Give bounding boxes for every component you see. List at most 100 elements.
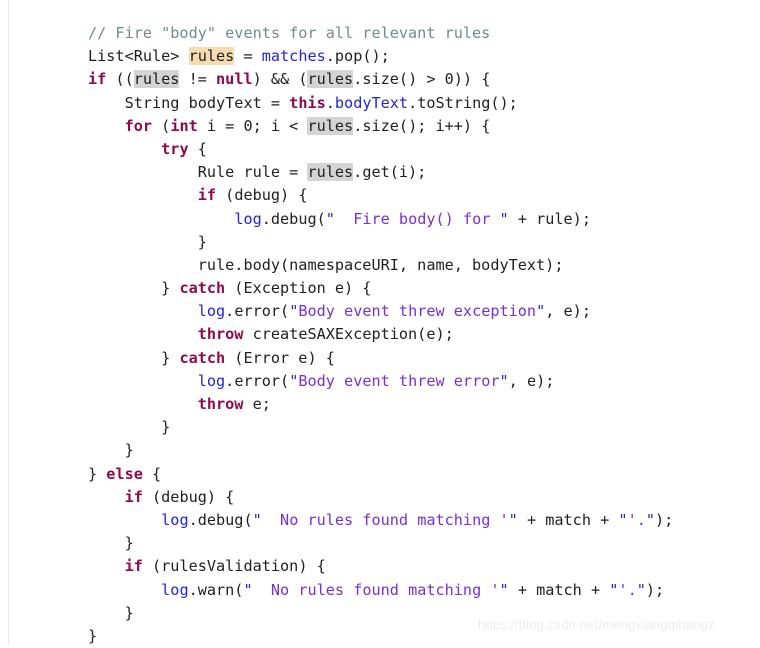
code-line[interactable]: } [88, 532, 748, 555]
code-token: (( [106, 70, 134, 89]
code-token: if [88, 70, 107, 89]
code-token: else [106, 464, 143, 483]
code-token: throw [197, 325, 244, 344]
code-token: No rules found matching ' [252, 580, 500, 599]
code-token: " [499, 580, 509, 599]
code-line[interactable]: } [88, 439, 748, 462]
code-token: List<Rule> [88, 47, 189, 66]
code-token: (debug) { [142, 487, 235, 506]
code-token: " [289, 302, 299, 321]
code-token: } [88, 464, 107, 483]
code-token: if [197, 186, 217, 205]
code-line[interactable]: if (debug) { [88, 184, 748, 207]
code-token: = [234, 47, 262, 66]
code-token: No rules found matching ' [261, 510, 509, 529]
code-token: .error( [225, 371, 290, 390]
code-token: (debug) { [216, 186, 308, 205]
code-token: .size(); i++) { [353, 116, 491, 135]
code-line[interactable]: try { [88, 138, 748, 161]
code-line[interactable]: if (debug) { [88, 486, 748, 509]
code-line[interactable]: log.error("Body event threw exception", … [88, 300, 748, 323]
code-line[interactable]: if (rulesValidation) { [88, 555, 748, 578]
code-line[interactable]: Rule rule = rules.get(i); [88, 161, 748, 184]
code-token: + rule); [508, 209, 591, 228]
code-token: " [618, 510, 628, 529]
code-line[interactable]: log.warn(" No rules found matching '" + … [88, 579, 748, 602]
code-token: // Fire "body" events for all relevant r… [88, 24, 491, 42]
code-token: String bodyText = [88, 93, 290, 112]
code-token: i = 0; i < [197, 116, 308, 135]
code-token: Fire body() for [334, 209, 500, 228]
code-token: log [197, 371, 226, 390]
code-token: .toString(); [408, 93, 518, 112]
code-line[interactable]: if ((rules != null) && (rules.size() > 0… [88, 68, 748, 91]
watermark-text: https://blog.csdn.net/mengxiangqihangz [478, 617, 715, 632]
code-token: , e); [508, 371, 555, 390]
code-token: log [161, 510, 189, 529]
code-token: } [88, 534, 134, 553]
code-token: throw [197, 395, 244, 413]
code-token: createSAXException(e); [243, 325, 454, 344]
code-token: rule.body(namespaceURI, name, bodyText); [88, 255, 564, 274]
code-token: Rule rule = [88, 163, 308, 182]
code-token: " [499, 371, 509, 390]
code-token: (Error e) { [225, 348, 335, 367]
code-token: { [188, 139, 207, 158]
code-line[interactable]: // Fire "body" events for all relevant r… [88, 22, 748, 45]
code-token: " [289, 371, 299, 390]
code-line[interactable]: throw createSAXException(e); [88, 323, 748, 346]
code-token: log [161, 580, 189, 599]
code-line[interactable]: String bodyText = this.bodyText.toString… [88, 92, 748, 115]
code-token: for [124, 116, 153, 135]
code-line[interactable]: throw e; [88, 393, 748, 416]
code-line[interactable]: log.debug(" No rules found matching '" +… [88, 509, 748, 532]
code-token: catch [179, 279, 226, 298]
code-token: != [179, 70, 217, 89]
code-line[interactable]: rule.body(namespaceURI, name, bodyText); [88, 254, 748, 277]
code-token: " [325, 209, 335, 228]
code-token: null [216, 70, 253, 89]
code-token: ) && ( [252, 70, 308, 89]
code-token-highlighted: rules [188, 47, 235, 66]
code-token: bodyText [334, 93, 409, 112]
code-token: " [508, 510, 518, 529]
code-token: } [88, 279, 180, 298]
code-token: , e); [545, 302, 591, 321]
code-token: .size() > 0)) { [353, 70, 491, 89]
code-line[interactable]: for (int i = 0; i < rules.size(); i++) { [88, 115, 748, 138]
code-line[interactable]: } catch (Exception e) { [88, 277, 748, 300]
code-line[interactable]: } else { [88, 463, 748, 486]
code-line[interactable]: List<Rule> rules = matches.pop(); [88, 45, 748, 68]
code-token: int [170, 116, 198, 135]
code-token: .debug( [188, 510, 253, 529]
code-line[interactable]: log.error("Body event threw error", e); [88, 370, 748, 393]
code-token: " [499, 209, 509, 228]
code-line[interactable]: } [88, 416, 748, 439]
code-line[interactable]: } catch (Error e) { [88, 347, 748, 370]
code-line[interactable]: log.debug(" Fire body() for " + rule); [88, 208, 748, 231]
code-listing[interactable]: // Fire "body" events for all relevant r… [88, 22, 748, 648]
code-token: } [88, 418, 171, 437]
code-token: ); [655, 510, 674, 529]
code-token: } [88, 348, 180, 367]
code-token: " [252, 510, 262, 529]
code-line[interactable]: } [88, 231, 748, 254]
code-token: catch [179, 348, 226, 367]
code-token: { [142, 464, 162, 483]
code-viewer[interactable]: // Fire "body" events for all relevant r… [0, 0, 760, 645]
code-token: . [325, 93, 335, 112]
code-token: .get(i); [353, 163, 427, 182]
code-token: .debug( [261, 209, 326, 228]
code-token: e; [243, 395, 271, 413]
